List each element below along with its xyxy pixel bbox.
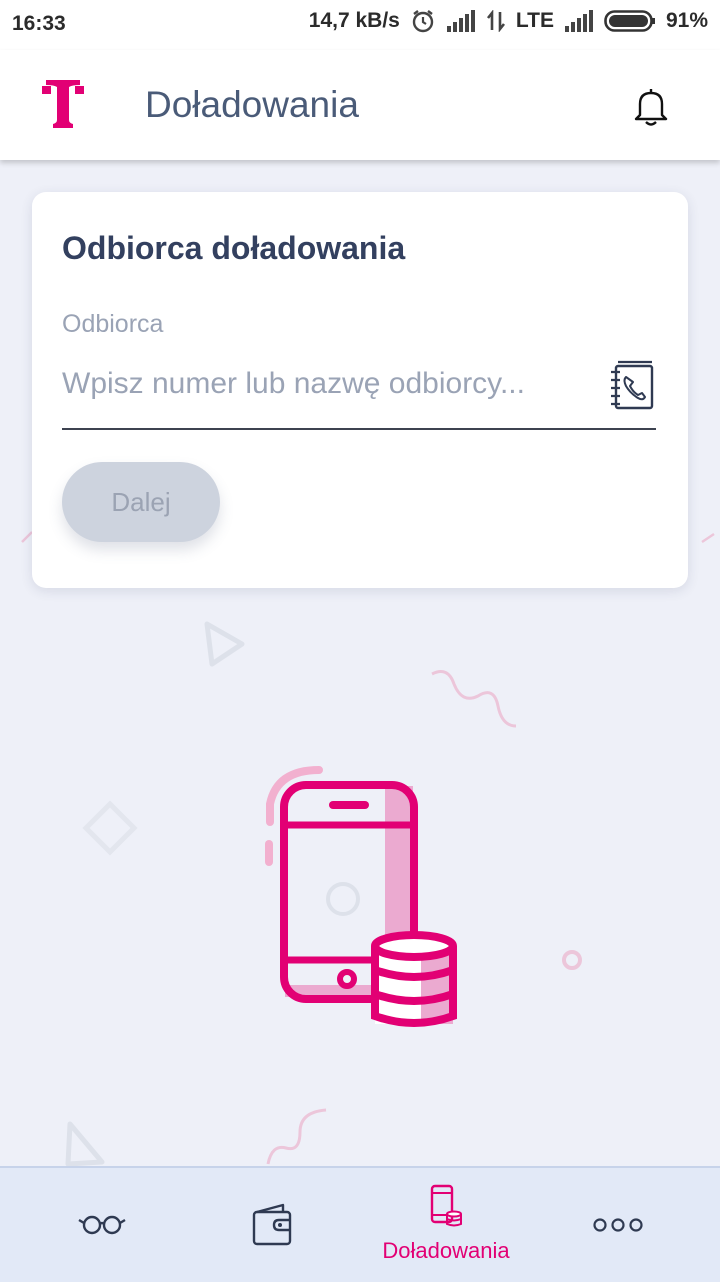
recipient-label: Odbiorca <box>62 310 164 338</box>
glasses-icon <box>76 1212 128 1241</box>
dash-decoration-2 <box>701 532 715 544</box>
triangle-decoration <box>204 621 245 667</box>
small-circle-decoration <box>562 950 582 970</box>
status-battery: 91% <box>665 9 708 32</box>
status-time: 16:33 <box>12 12 66 35</box>
signal-icon-2 <box>564 10 594 32</box>
recipient-card: Odbiorca doładowania Odbiorca Dalej <box>32 192 688 588</box>
nav-item-wallet[interactable] <box>182 1168 362 1282</box>
status-bar: 16:33 14,7 kB/s LTE 91% <box>0 0 720 50</box>
status-right-group: 14,7 kB/s LTE 91% <box>309 8 708 34</box>
bottom-nav: Doładowania <box>0 1166 720 1282</box>
app-header: Doładowania <box>0 50 720 160</box>
diamond-decoration <box>82 800 138 856</box>
phone-topup-icon <box>429 1184 463 1233</box>
triangle-decoration-2 <box>65 1121 105 1167</box>
battery-icon <box>604 10 656 32</box>
nav-item-glasses[interactable] <box>12 1168 192 1282</box>
recipient-input[interactable] <box>62 362 592 406</box>
input-underline <box>62 428 656 430</box>
contacts-book-icon[interactable] <box>608 360 656 412</box>
alarm-icon <box>410 8 436 34</box>
telekom-logo <box>40 78 86 135</box>
wave-decoration <box>431 670 517 728</box>
card-title: Odbiorca doładowania <box>62 230 406 266</box>
status-network: LTE <box>515 9 554 32</box>
nav-item-more[interactable] <box>528 1168 708 1282</box>
more-dots-icon <box>592 1216 644 1239</box>
signal-icon <box>446 10 476 32</box>
phone-topup-illustration <box>265 766 457 1027</box>
bell-icon[interactable] <box>630 86 672 133</box>
page-title: Doładowania <box>145 84 359 125</box>
data-arrows-icon <box>486 10 506 32</box>
wallet-icon <box>249 1202 295 1253</box>
wave-decoration-2 <box>266 1108 327 1165</box>
status-speed: 14,7 kB/s <box>308 9 400 32</box>
nav-label-topup: Doładowania <box>382 1238 510 1263</box>
next-button[interactable]: Dalej <box>62 462 220 542</box>
nav-item-topup[interactable]: Doładowania <box>356 1168 536 1282</box>
